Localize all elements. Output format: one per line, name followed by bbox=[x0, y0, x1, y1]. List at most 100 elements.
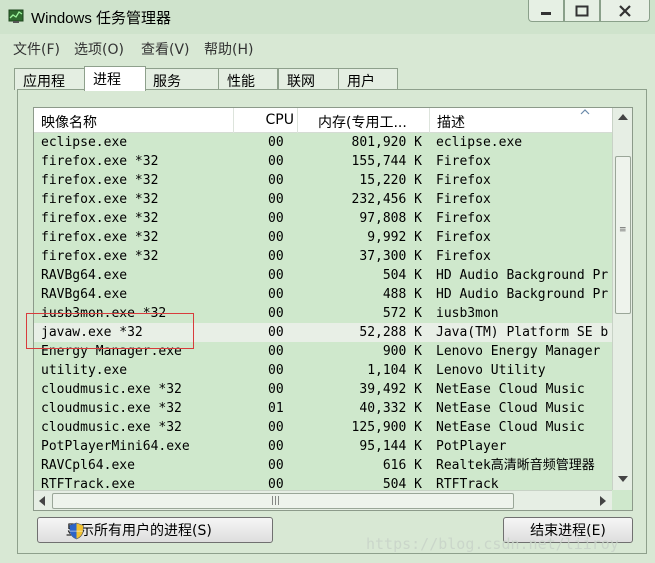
grip-icon: ≡ bbox=[619, 225, 626, 235]
memory-cell: 39,492 K bbox=[359, 382, 422, 397]
process-name-cell: iusb3mon.exe *32 bbox=[41, 306, 167, 321]
table-row[interactable]: iusb3mon.exe *32 00 572 K iusb3mon bbox=[34, 304, 612, 323]
cpu-cell: 00 bbox=[268, 439, 284, 454]
maximize-button[interactable] bbox=[564, 0, 600, 22]
description-cell: iusb3mon bbox=[436, 306, 499, 321]
menu-options[interactable]: 选项(O) bbox=[74, 39, 124, 59]
table-row[interactable]: PotPlayerMini64.exe 00 95,144 K PotPlayer bbox=[34, 437, 612, 456]
description-cell: Lenovo Utility bbox=[436, 363, 546, 378]
cpu-cell: 00 bbox=[268, 477, 284, 490]
table-row[interactable]: cloudmusic.exe *32 00 39,492 K NetEase Clou… bbox=[34, 380, 612, 399]
description-cell: NetEase Cloud Music bbox=[436, 420, 585, 435]
table-row[interactable]: Energy Manager.exe 00 900 K Lenovo Energy M… bbox=[34, 342, 612, 361]
memory-cell: 155,744 K bbox=[351, 154, 422, 169]
process-rows: eclipse.exe 00 801,920 K eclipse.exe firefox… bbox=[34, 133, 612, 490]
column-memory[interactable]: 内存(专用工... bbox=[298, 108, 430, 133]
horizontal-scrollbar[interactable]: ||| bbox=[34, 490, 612, 510]
table-row[interactable]: RAVBg64.exe 00 488 K HD Audio Background Pr bbox=[34, 285, 612, 304]
memory-cell: 40,332 K bbox=[359, 401, 422, 416]
description-cell: Lenovo Energy Manager bbox=[436, 344, 601, 359]
process-name-cell: eclipse.exe bbox=[41, 135, 128, 150]
scroll-right-icon[interactable] bbox=[600, 496, 606, 506]
cpu-cell: 00 bbox=[268, 363, 284, 378]
minimize-button[interactable] bbox=[528, 0, 564, 22]
memory-cell: 488 K bbox=[382, 287, 422, 302]
watermark: https://blog.csdn.net/liiroy bbox=[366, 535, 619, 553]
process-name-cell: RTFTrack.exe bbox=[41, 477, 135, 490]
table-row[interactable]: firefox.exe *32 00 232,456 K Firefox bbox=[34, 190, 612, 209]
table-row[interactable]: firefox.exe *32 00 9,992 K Firefox bbox=[34, 228, 612, 247]
table-row[interactable]: eclipse.exe 00 801,920 K eclipse.exe bbox=[34, 133, 612, 152]
scroll-up-icon[interactable] bbox=[618, 114, 628, 120]
process-name-cell: firefox.exe *32 bbox=[41, 173, 159, 188]
vertical-scroll-thumb[interactable]: ≡ bbox=[615, 156, 631, 314]
memory-cell: 616 K bbox=[382, 458, 422, 473]
table-row[interactable]: cloudmusic.exe *32 00 125,900 K NetEase Clo… bbox=[34, 418, 612, 437]
table-row[interactable]: RTFTrack.exe 00 504 K RTFTrack bbox=[34, 475, 612, 490]
process-name-cell: firefox.exe *32 bbox=[41, 249, 159, 264]
table-row[interactable]: RAVBg64.exe 00 504 K HD Audio Background Pr bbox=[34, 266, 612, 285]
table-row[interactable]: firefox.exe *32 00 97,808 K Firefox bbox=[34, 209, 612, 228]
vertical-scrollbar[interactable]: ≡ bbox=[612, 108, 632, 490]
scroll-left-icon[interactable] bbox=[39, 496, 45, 506]
memory-cell: 37,300 K bbox=[359, 249, 422, 264]
tab-services[interactable]: 服务 bbox=[144, 68, 220, 90]
shield-icon bbox=[69, 522, 84, 540]
minimize-icon bbox=[541, 11, 551, 15]
title-bar: Windows 任务管理器 bbox=[0, 0, 655, 34]
show-all-users-label: 显示所有用户的进程(S) bbox=[66, 523, 212, 539]
process-name-cell: firefox.exe *32 bbox=[41, 192, 159, 207]
description-cell: Firefox bbox=[436, 154, 491, 169]
close-icon bbox=[619, 4, 631, 17]
table-row[interactable]: firefox.exe *32 00 15,220 K Firefox bbox=[34, 171, 612, 190]
process-name-cell: javaw.exe *32 bbox=[41, 325, 143, 340]
column-description[interactable]: 描述 bbox=[430, 108, 612, 133]
cpu-cell: 00 bbox=[268, 458, 284, 473]
memory-cell: 232,456 K bbox=[351, 192, 422, 207]
cpu-cell: 00 bbox=[268, 249, 284, 264]
table-row[interactable]: utility.exe 00 1,104 K Lenovo Utility bbox=[34, 361, 612, 380]
description-cell: NetEase Cloud Music bbox=[436, 382, 585, 397]
window-title: Windows 任务管理器 bbox=[31, 10, 172, 27]
column-description-label: 描述 bbox=[437, 115, 465, 131]
description-cell: Firefox bbox=[436, 173, 491, 188]
horizontal-scroll-thumb[interactable]: ||| bbox=[52, 493, 514, 509]
process-name-cell: cloudmusic.exe *32 bbox=[41, 382, 182, 397]
description-cell: HD Audio Background Pr bbox=[436, 268, 609, 283]
memory-cell: 15,220 K bbox=[359, 173, 422, 188]
table-row[interactable]: firefox.exe *32 00 155,744 K Firefox bbox=[34, 152, 612, 171]
cpu-cell: 00 bbox=[268, 382, 284, 397]
cpu-cell: 00 bbox=[268, 306, 284, 321]
tab-networking[interactable]: 联网 bbox=[278, 68, 340, 90]
tab-strip: 应用程序 进程 服务 性能 联网 用户 bbox=[10, 66, 650, 110]
menu-help[interactable]: 帮助(H) bbox=[204, 39, 253, 59]
description-cell: HD Audio Background Pr bbox=[436, 287, 609, 302]
menu-view[interactable]: 查看(V) bbox=[141, 39, 190, 59]
description-cell: Firefox bbox=[436, 249, 491, 264]
table-row[interactable]: RAVCpl64.exe 00 616 K Realtek高清晰音频管理器 bbox=[34, 456, 612, 475]
scroll-down-icon[interactable] bbox=[618, 476, 628, 482]
process-name-cell: RAVCpl64.exe bbox=[41, 458, 135, 473]
column-cpu[interactable]: CPU bbox=[234, 108, 298, 133]
show-all-users-button[interactable]: 显示所有用户的进程(S) bbox=[37, 517, 273, 543]
process-list[interactable]: 映像名称 CPU 内存(专用工... 描述 eclipse.exe 00 801,9… bbox=[33, 107, 633, 511]
cpu-cell: 00 bbox=[268, 325, 284, 340]
table-row[interactable]: cloudmusic.exe *32 01 40,332 K NetEase Clou… bbox=[34, 399, 612, 418]
memory-cell: 97,808 K bbox=[359, 211, 422, 226]
description-cell: Java(TM) Platform SE b bbox=[436, 325, 609, 340]
menu-file[interactable]: 文件(F) bbox=[13, 39, 60, 59]
close-button[interactable] bbox=[600, 0, 650, 22]
cpu-cell: 00 bbox=[268, 268, 284, 283]
tab-applications[interactable]: 应用程序 bbox=[14, 68, 86, 110]
description-cell: RTFTrack bbox=[436, 477, 499, 490]
process-name-cell: firefox.exe *32 bbox=[41, 211, 159, 226]
table-row[interactable]: firefox.exe *32 00 37,300 K Firefox bbox=[34, 247, 612, 266]
tab-users[interactable]: 用户 bbox=[338, 68, 398, 90]
tab-performance[interactable]: 性能 bbox=[218, 68, 278, 90]
column-image-name[interactable]: 映像名称 bbox=[34, 108, 234, 133]
process-name-cell: RAVBg64.exe bbox=[41, 287, 128, 302]
tab-processes[interactable]: 进程 bbox=[84, 66, 146, 91]
cpu-cell: 00 bbox=[268, 344, 284, 359]
table-row[interactable]: javaw.exe *32 00 52,288 K Java(TM) Platform… bbox=[34, 323, 612, 342]
grip-icon: ||| bbox=[271, 496, 281, 506]
